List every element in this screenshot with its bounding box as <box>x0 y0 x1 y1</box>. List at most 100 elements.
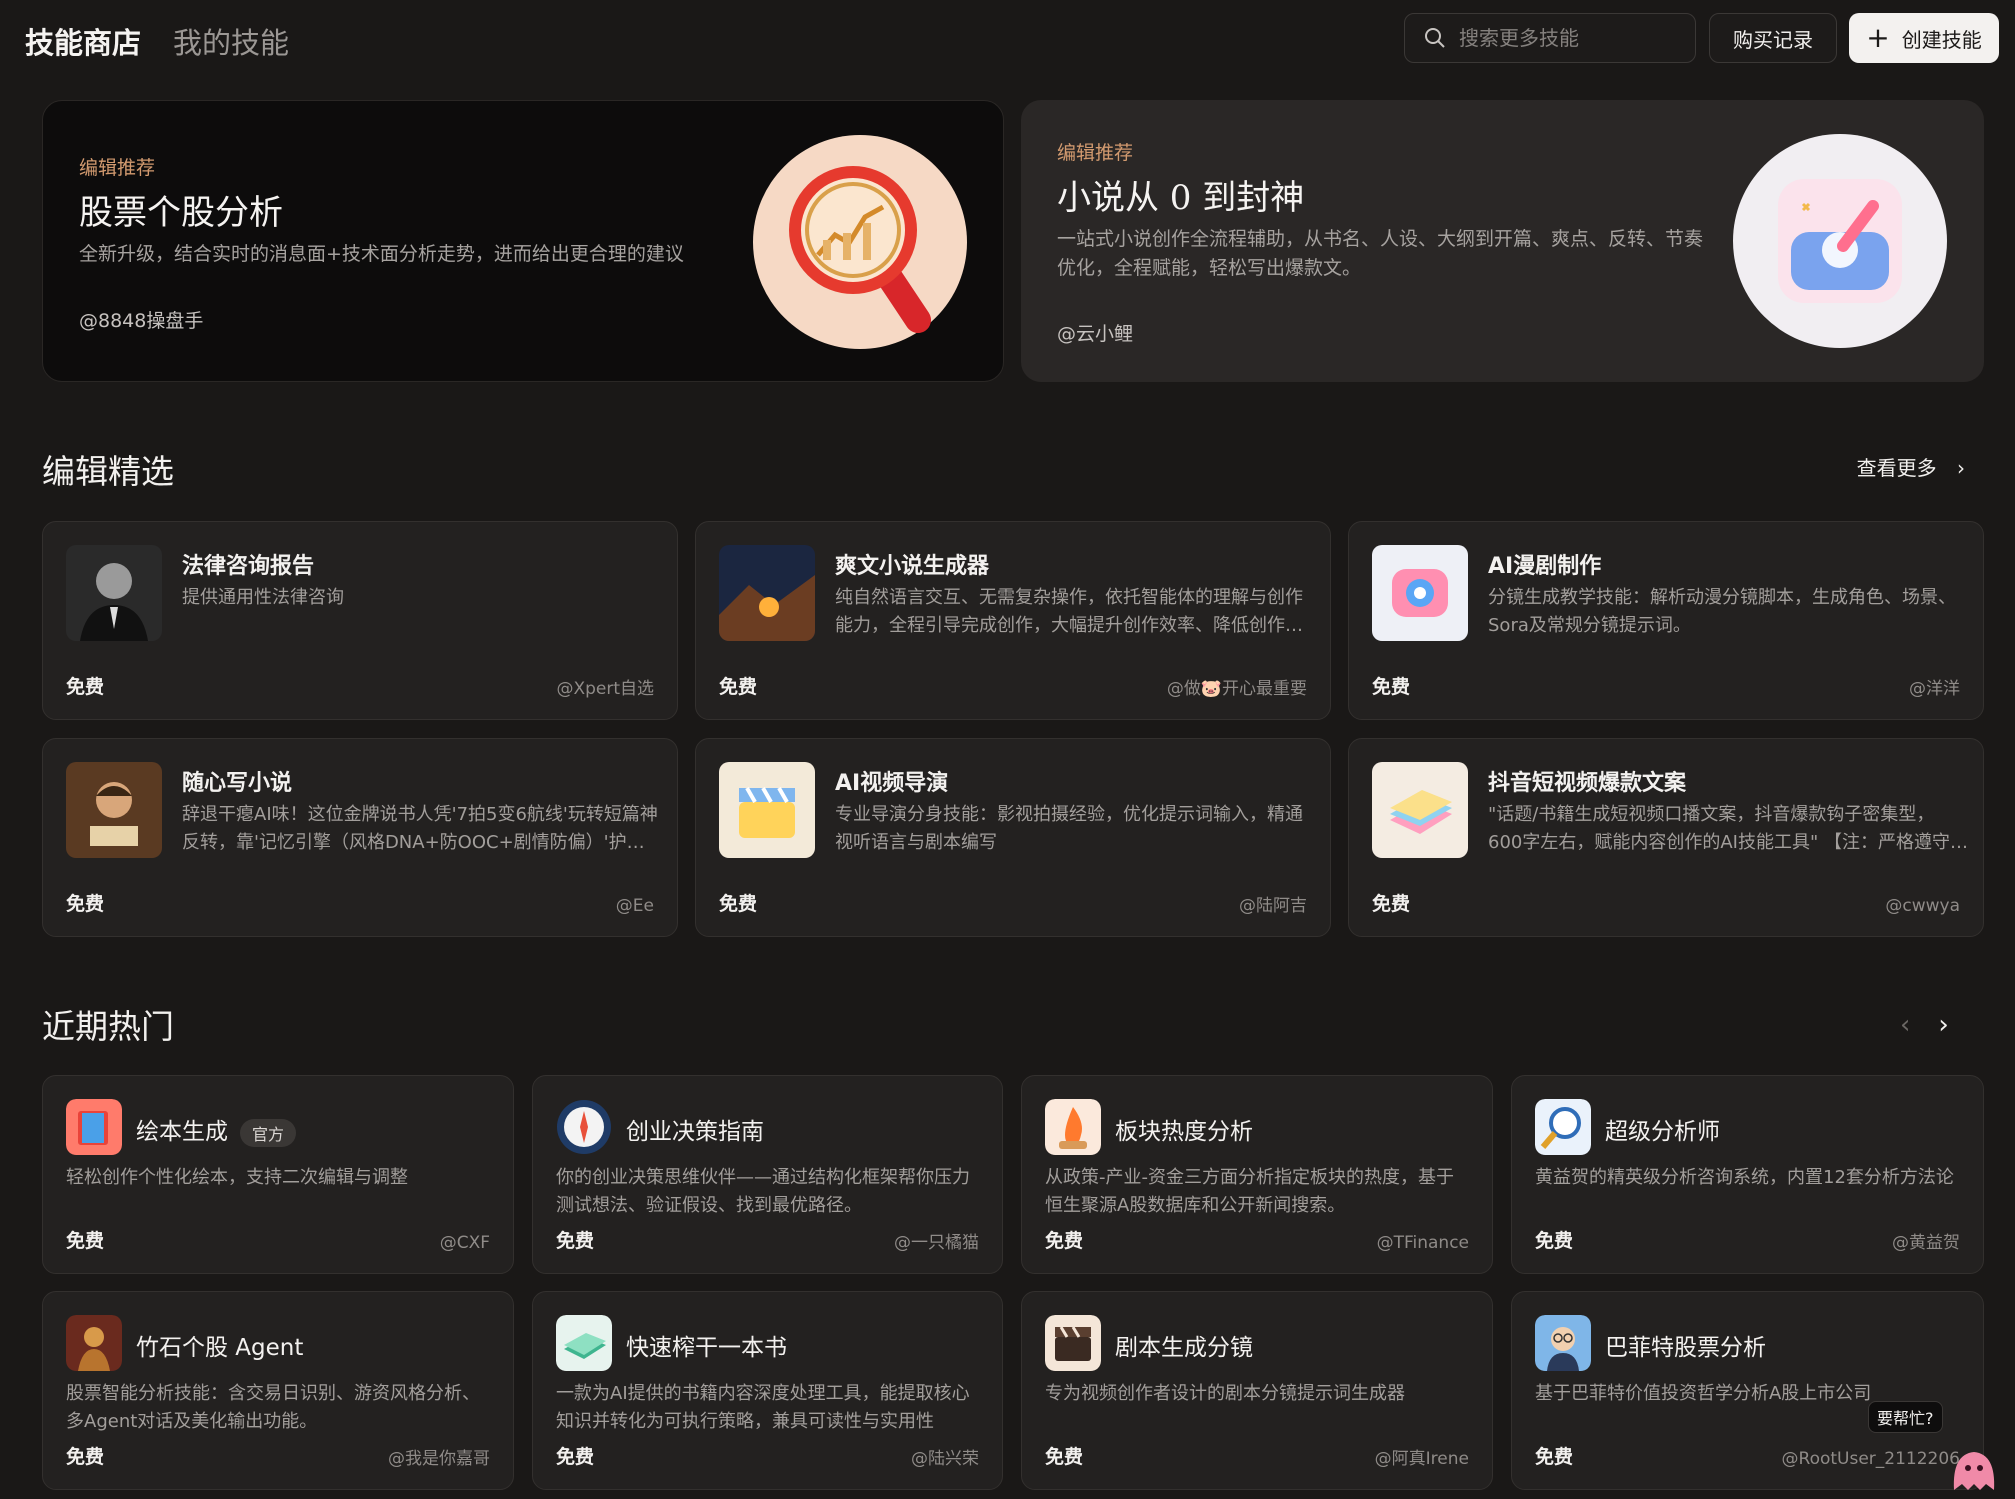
skill-card[interactable]: 创业决策指南 你的创业决策思维伙伴——通过结构化框架帮你压力测试想法、验证假设、… <box>532 1075 1003 1274</box>
skill-price: 免费 <box>66 1230 105 1252</box>
skill-title: 爽文小说生成器 <box>835 554 990 579</box>
skill-desc: 轻松创作个性化绘本，支持二次编辑与调整 <box>66 1167 408 1188</box>
purchase-history-button[interactable]: 购买记录 <box>1709 13 1837 63</box>
search-input[interactable] <box>1457 25 1691 51</box>
skill-author: @陆阿吉 <box>1239 896 1307 916</box>
skill-title: AI漫剧制作 <box>1488 554 1602 579</box>
green-book-icon <box>556 1315 612 1371</box>
lawyer-portrait-icon <box>66 545 162 641</box>
carousel-nav: ‹ › <box>1900 1010 1949 1040</box>
skill-card[interactable]: 随心写小说 辞退干瘪AI味！这位金牌说书人凭'7拍5变6航线'玩转短篇神反转，靠… <box>42 738 678 937</box>
analyst-magnifier-icon <box>1535 1099 1591 1155</box>
camera-icon <box>1372 545 1468 641</box>
skill-desc: 从政策-产业-资金三方面分析指定板块的热度，基于恒生聚源A股数据库和公开新闻搜索… <box>1045 1167 1454 1216</box>
skill-desc: 提供通用性法律咨询 <box>182 587 344 608</box>
skill-price: 免费 <box>1372 893 1411 915</box>
skill-card[interactable]: 快速榨干一本书 一款为AI提供的书籍内容深度处理工具，能提取核心知识并转化为可执… <box>532 1291 1003 1490</box>
tab-my-skills[interactable]: 我的技能 <box>173 20 289 62</box>
film-clapper-icon <box>1045 1315 1101 1371</box>
skill-desc: "话题/书籍生成短视频口播文案，抖音爆款钩子密集型，600字左右，赋能内容创作的… <box>1488 804 1968 853</box>
skill-author: @RootUser_2112206 <box>1781 1449 1960 1469</box>
hero-tag: 编辑推荐 <box>1057 142 1134 164</box>
skill-desc: 你的创业决策思维伙伴——通过结构化框架帮你压力测试想法、验证假设、找到最优路径。 <box>556 1167 970 1216</box>
skill-price: 免费 <box>556 1230 595 1252</box>
create-skill-label: 创建技能 <box>1901 27 1982 52</box>
hero-title: 股票个股分析 <box>79 193 283 233</box>
see-more-label: 查看更多 <box>1856 456 1937 480</box>
skill-title: 创业决策指南 <box>626 1119 764 1145</box>
official-badge: 官方 <box>240 1118 297 1147</box>
create-skill-button[interactable]: + 创建技能 <box>1849 13 1999 63</box>
skill-card[interactable]: 爽文小说生成器 纯自然语言交互、无需复杂操作，依托智能体的理解与创作能力，全程引… <box>695 521 1331 720</box>
magnifier-chart-icon <box>753 135 967 349</box>
book-stack-icon <box>1372 762 1468 858</box>
skill-title-text: 绘本生成 <box>136 1119 228 1145</box>
skill-card[interactable]: 板块热度分析 从政策-产业-资金三方面分析指定板块的热度，基于恒生聚源A股数据库… <box>1021 1075 1493 1274</box>
skill-title: 绘本生成 官方 <box>136 1112 297 1147</box>
chevron-right-icon: › <box>1957 456 1965 480</box>
skill-price: 免费 <box>719 676 758 698</box>
help-tooltip[interactable]: 要帮忙? <box>1868 1401 1943 1433</box>
skill-title: 巴菲特股票分析 <box>1605 1335 1766 1361</box>
buffett-avatar-icon <box>1535 1315 1591 1371</box>
hero-card-novel[interactable]: 编辑推荐 小说从 0 到封神 一站式小说创作全流程辅助，从书名、人设、大纲到开篇… <box>1021 100 1984 382</box>
skill-card[interactable]: 巴菲特股票分析 基于巴菲特价值投资哲学分析A股上市公司 免费 @RootUser… <box>1511 1291 1984 1490</box>
skill-price: 免费 <box>1535 1230 1574 1252</box>
tab-skill-store[interactable]: 技能商店 <box>25 20 141 62</box>
skill-title: 超级分析师 <box>1605 1119 1720 1145</box>
skill-author: @CXF <box>439 1233 490 1253</box>
skill-title: 法律咨询报告 <box>182 554 315 579</box>
writing-box-icon <box>1733 134 1947 348</box>
skill-author: @我是你嘉哥 <box>388 1449 490 1469</box>
chevron-left-icon[interactable]: ‹ <box>1900 1010 1910 1040</box>
skill-title: 竹石个股 Agent <box>136 1335 304 1361</box>
skill-price: 免费 <box>1535 1446 1574 1468</box>
skill-author: @Xpert自选 <box>556 679 654 699</box>
skill-desc: 纯自然语言交互、无需复杂操作，依托智能体的理解与创作能力，全程引导完成创作，大幅… <box>835 587 1303 636</box>
skill-price: 免费 <box>556 1446 595 1468</box>
hero-desc: 一站式小说创作全流程辅助，从书名、人设、大纲到开篇、爽点、反转、节奏优化，全程赋… <box>1057 228 1704 279</box>
skill-author: @cwwya <box>1885 896 1960 916</box>
skill-card[interactable]: 竹石个股 Agent 股票智能分析技能：含交易日识别、游资风格分析、多Agent… <box>42 1291 514 1490</box>
skill-card[interactable]: 剧本生成分镜 专为视频创作者设计的剧本分镜提示词生成器 免费 @阿真Irene <box>1021 1291 1493 1490</box>
skill-price: 免费 <box>66 1446 105 1468</box>
skill-author: @TFinance <box>1376 1233 1469 1253</box>
hero-tag: 编辑推荐 <box>79 157 156 179</box>
skill-price: 免费 <box>66 893 105 915</box>
skill-author: @黄益贺 <box>1892 1233 1960 1253</box>
search-box[interactable] <box>1404 13 1696 63</box>
skill-card[interactable]: AI漫剧制作 分镜生成教学技能：解析动漫分镜脚本，生成角色、场景、Sora及常规… <box>1348 521 1984 720</box>
hero-author: @8848操盘手 <box>79 310 204 332</box>
skill-price: 免费 <box>66 676 105 698</box>
skill-desc: 专业导演分身技能：影视拍摄经验，优化提示词输入，精通视听语言与剧本编写 <box>835 804 1303 853</box>
see-more-link[interactable]: 查看更多 › <box>1857 452 1965 481</box>
section-title-featured: 编辑精选 <box>42 452 174 491</box>
flame-icon <box>1045 1099 1101 1155</box>
hero-title: 小说从 0 到封神 <box>1057 178 1305 218</box>
assistant-mascot-icon[interactable] <box>1946 1440 2002 1492</box>
skill-card[interactable]: 法律咨询报告 提供通用性法律咨询 免费 @Xpert自选 <box>42 521 678 720</box>
skill-card[interactable]: 绘本生成 官方 轻松创作个性化绘本，支持二次编辑与调整 免费 @CXF <box>42 1075 514 1274</box>
skill-title: 抖音短视频爆款文案 <box>1488 771 1687 796</box>
plus-icon: + <box>1866 21 1890 54</box>
top-bar: 技能商店 我的技能 购买记录 + 创建技能 <box>0 0 2015 80</box>
skill-card[interactable]: AI视频导演 专业导演分身技能：影视拍摄经验，优化提示词输入，精通视听语言与剧本… <box>695 738 1331 937</box>
skill-author: @阿真Irene <box>1374 1449 1469 1469</box>
skill-price: 免费 <box>719 893 758 915</box>
skill-title: 剧本生成分镜 <box>1115 1335 1253 1361</box>
skill-card[interactable]: 超级分析师 黄益贺的精英级分析咨询系统，内置12套分析方法论 免费 @黄益贺 <box>1511 1075 1984 1274</box>
chevron-right-icon[interactable]: › <box>1938 1010 1948 1040</box>
bamboo-stone-icon <box>66 1315 122 1371</box>
hero-card-stock-analysis[interactable]: 编辑推荐 股票个股分析 全新升级，结合实时的消息面+技术面分析走势，进而给出更合… <box>42 100 1004 382</box>
skill-price: 免费 <box>1045 1446 1084 1468</box>
skill-author: @做🐷开心最重要 <box>1166 679 1307 699</box>
skill-desc: 辞退干瘪AI味！这位金牌说书人凭'7拍5变6航线'玩转短篇神反转，靠'记忆引擎（… <box>182 804 658 853</box>
search-icon <box>1425 28 1445 48</box>
skill-desc: 分镜生成教学技能：解析动漫分镜脚本，生成角色、场景、Sora及常规分镜提示词。 <box>1488 587 1956 636</box>
clapperboard-icon <box>719 762 815 858</box>
skill-desc: 一款为AI提供的书籍内容深度处理工具，能提取核心知识并转化为可执行策略，兼具可读… <box>556 1383 970 1432</box>
skill-desc: 股票智能分析技能：含交易日识别、游资风格分析、多Agent对话及美化输出功能。 <box>66 1383 480 1432</box>
skill-title: 快速榨干一本书 <box>626 1335 787 1361</box>
skill-title: 板块热度分析 <box>1115 1119 1253 1145</box>
skill-card[interactable]: 抖音短视频爆款文案 "话题/书籍生成短视频口播文案，抖音爆款钩子密集型，600字… <box>1348 738 1984 937</box>
